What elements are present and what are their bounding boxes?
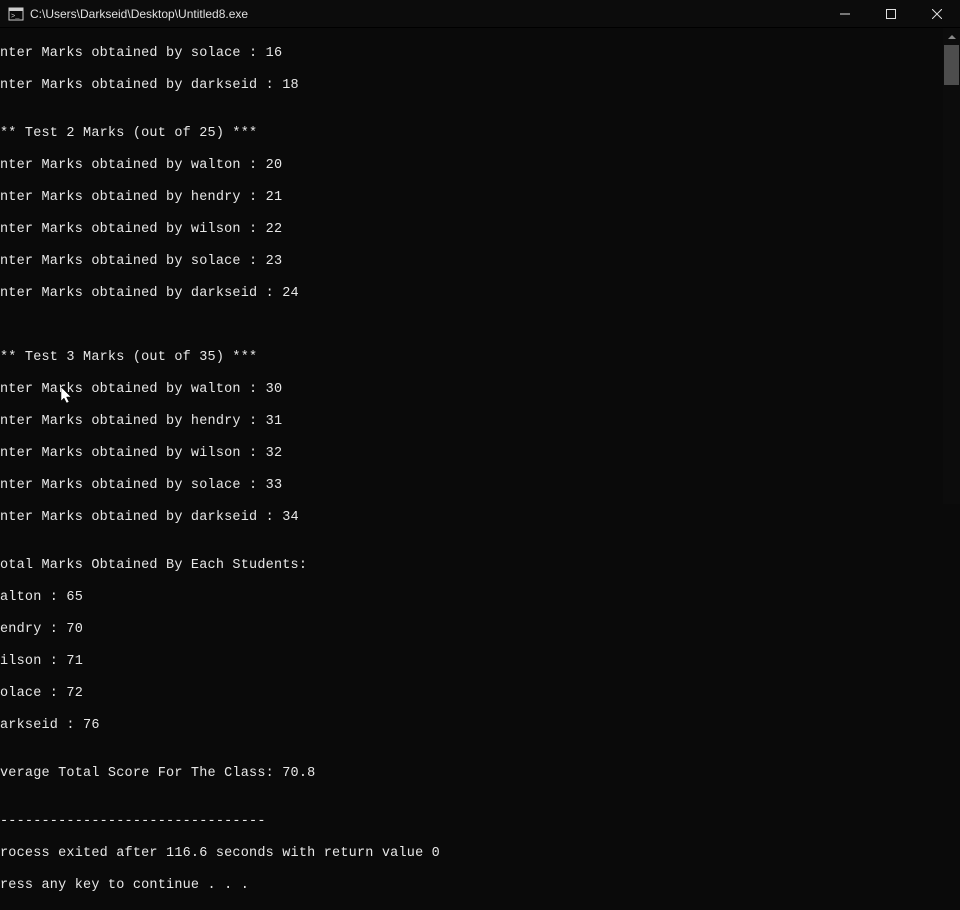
output-line: endry : 70	[0, 622, 960, 638]
output-line: otal Marks Obtained By Each Students:	[0, 558, 960, 574]
svg-text:>_: >_	[11, 13, 20, 21]
output-line: nter Marks obtained by darkseid : 24	[0, 286, 960, 302]
maximize-button[interactable]	[868, 0, 914, 28]
output-line: nter Marks obtained by walton : 30	[0, 382, 960, 398]
output-line: arkseid : 76	[0, 718, 960, 734]
output-line: ilson : 71	[0, 654, 960, 670]
output-line: rocess exited after 116.6 seconds with r…	[0, 846, 960, 862]
titlebar-left: >_ C:\Users\Darkseid\Desktop\Untitled8.e…	[0, 6, 248, 22]
minimize-button[interactable]	[822, 0, 868, 28]
output-line: nter Marks obtained by wilson : 32	[0, 446, 960, 462]
output-line: nter Marks obtained by solace : 23	[0, 254, 960, 270]
scroll-up-arrow-icon[interactable]	[943, 28, 960, 45]
window-controls	[822, 0, 960, 27]
console-app-icon: >_	[8, 6, 24, 22]
output-line: nter Marks obtained by wilson : 22	[0, 222, 960, 238]
output-line: nter Marks obtained by hendry : 31	[0, 414, 960, 430]
output-line: nter Marks obtained by walton : 20	[0, 158, 960, 174]
output-line: nter Marks obtained by solace : 16	[0, 46, 960, 62]
output-line: ** Test 2 Marks (out of 25) ***	[0, 126, 960, 142]
output-line: nter Marks obtained by hendry : 21	[0, 190, 960, 206]
output-line: alton : 65	[0, 590, 960, 606]
output-line: nter Marks obtained by solace : 33	[0, 478, 960, 494]
scrollbar-vertical[interactable]	[943, 28, 960, 504]
output-line: verage Total Score For The Class: 70.8	[0, 766, 960, 782]
scroll-thumb[interactable]	[944, 45, 959, 85]
terminal-output[interactable]: nter Marks obtained by solace : 16 nter …	[0, 28, 960, 910]
output-line: ** Test 3 Marks (out of 35) ***	[0, 350, 960, 366]
window-titlebar: >_ C:\Users\Darkseid\Desktop\Untitled8.e…	[0, 0, 960, 28]
output-line: olace : 72	[0, 686, 960, 702]
output-line: nter Marks obtained by darkseid : 34	[0, 510, 960, 526]
close-button[interactable]	[914, 0, 960, 28]
window-title: C:\Users\Darkseid\Desktop\Untitled8.exe	[30, 7, 248, 21]
output-line: nter Marks obtained by darkseid : 18	[0, 78, 960, 94]
output-line: --------------------------------	[0, 814, 960, 830]
output-line: ress any key to continue . . .	[0, 878, 960, 894]
